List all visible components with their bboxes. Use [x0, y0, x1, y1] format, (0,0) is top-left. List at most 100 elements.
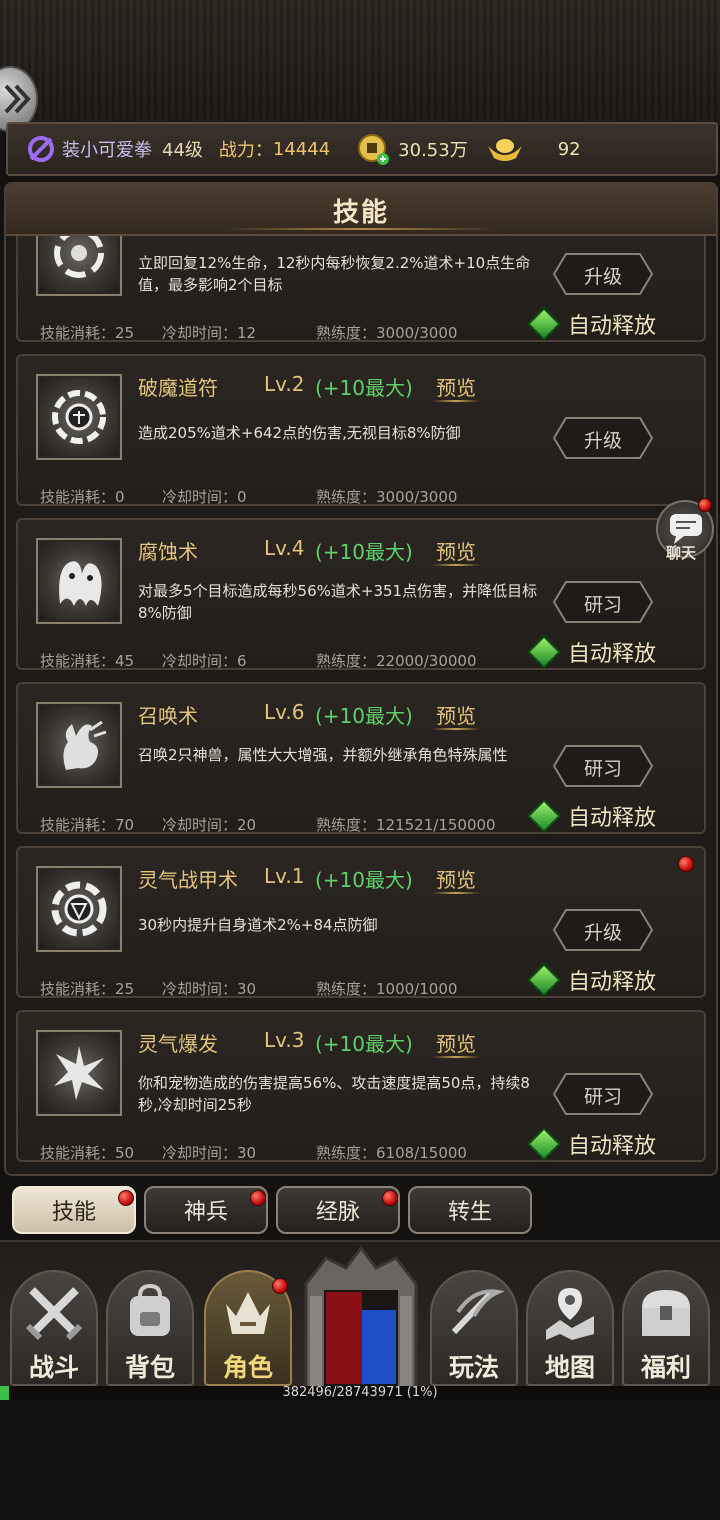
preview-link[interactable]: 预览 [436, 700, 476, 729]
chat-label: 聊天 [666, 544, 697, 562]
vip-badge-icon [28, 136, 54, 162]
skill-proficiency: 熟练度：6108/15000 [316, 1144, 467, 1162]
study-button[interactable]: 研习 [552, 1072, 654, 1116]
experience-text: 382496/28743971 (1%) [282, 1385, 438, 1400]
preview-link[interactable]: 预览 [436, 864, 476, 893]
healing-skill-icon [36, 236, 122, 296]
skill-cost: 技能消耗：50 [40, 1144, 135, 1162]
auto-release-toggle[interactable]: 自动释放 [527, 799, 656, 833]
power-label: 战力： [218, 140, 273, 161]
nav-map[interactable]: 地图 [526, 1264, 614, 1388]
skill-description: 对最多5个目标造成每秒56%道术+351点伤害，并降低目标8%防御 [138, 582, 538, 622]
crown-helmet-icon [226, 1292, 270, 1334]
auto-release-toggle[interactable]: 自动释放 [527, 635, 656, 669]
skill-max-bonus: (+10最大) [315, 1032, 413, 1056]
hp-mp-gate-icon [304, 1245, 418, 1390]
notification-dot [250, 1190, 266, 1206]
skill-cooldown: 冷却时间：0 [162, 488, 247, 506]
nav-battle[interactable]: 战斗 [10, 1264, 98, 1388]
skill-proficiency: 熟练度：3000/3000 [316, 324, 458, 342]
skill-list[interactable]: 立即回复12%生命，12秒内每秒恢复2.2%道术+10点生命值，最多影响2个目标… [6, 236, 716, 1174]
gem-checkbox-icon [527, 635, 561, 669]
ingot-value: 92 [557, 138, 581, 160]
skill-cooldown: 冷却时间：30 [162, 980, 257, 998]
skill-max-bonus: (+10最大) [315, 704, 413, 728]
notification-dot [118, 1190, 134, 1206]
skill-proficiency: 熟练度：22000/30000 [316, 652, 477, 670]
upgrade-button[interactable]: 升级 [552, 416, 654, 460]
gem-checkbox-icon [527, 963, 561, 997]
skill-proficiency: 熟练度：121521/150000 [316, 816, 496, 834]
skill-name: 灵气爆发 [138, 1032, 218, 1056]
skill-name: 腐蚀术 [138, 540, 198, 564]
player-name: 装小可爱拳 [62, 140, 152, 161]
chat-notification-dot [698, 498, 712, 512]
skill-level: Lv.4 [264, 536, 305, 560]
nav-gameplay[interactable]: 玩法 [430, 1264, 518, 1388]
skill-description: 立即回复12%生命，12秒内每秒恢复2.2%道术+10点生命值，最多影响2个目标 [138, 254, 531, 294]
skill-cooldown: 冷却时间：6 [162, 652, 247, 670]
skill-cooldown: 冷却时间：20 [162, 816, 257, 834]
skill-cooldown: 冷却时间：12 [162, 324, 257, 342]
bottom-navigation: 战斗 背包 角色 玩法 地图 福利 [0, 1240, 720, 1390]
skill-card: 腐蚀术 Lv.4 (+10最大) 预览 对最多5个目标造成每秒56%道术+351… [16, 518, 706, 670]
skill-level: Lv.1 [264, 864, 305, 888]
gem-checkbox-icon [527, 799, 561, 833]
study-button[interactable]: 研习 [552, 580, 654, 624]
preview-link[interactable]: 预览 [436, 536, 476, 565]
sword-slash-icon [451, 1289, 504, 1335]
preview-underline [432, 1056, 480, 1058]
title-ornament [226, 228, 496, 230]
nav-bag[interactable]: 背包 [106, 1264, 194, 1388]
bottom-blank-area [0, 1400, 720, 1520]
preview-underline [432, 400, 480, 402]
skill-max-bonus: (+10最大) [315, 868, 413, 892]
skill-proficiency: 熟练度：1000/1000 [316, 980, 458, 998]
preview-underline [432, 564, 480, 566]
skill-name: 召唤术 [138, 704, 198, 728]
skill-level: Lv.6 [264, 700, 305, 724]
burst-skill-icon [36, 1030, 122, 1116]
skill-cost: 技能消耗：70 [40, 816, 135, 834]
player-status-bar: 装小可爱拳 44级 战力： 14444 30.53万 92 [6, 122, 718, 176]
auto-release-toggle[interactable]: 自动释放 [527, 307, 656, 341]
summon-skill-icon [36, 702, 122, 788]
auto-release-toggle[interactable]: 自动释放 [527, 1127, 656, 1161]
preview-link[interactable]: 预览 [436, 372, 476, 401]
preview-link[interactable]: 预览 [436, 1028, 476, 1057]
tab-skills[interactable]: 技能 [12, 1186, 136, 1234]
gold-ingot-icon [487, 139, 522, 161]
skill-level: Lv.2 [264, 372, 305, 396]
player-level: 44级 [162, 140, 203, 161]
notification-dot [382, 1190, 398, 1206]
tab-divine-weapon[interactable]: 神兵 [144, 1186, 268, 1234]
backpack-icon [130, 1283, 170, 1336]
auto-release-toggle[interactable]: 自动释放 [527, 963, 656, 997]
panel-title: 技能 [332, 198, 389, 228]
tab-rebirth[interactable]: 转生 [408, 1186, 532, 1234]
skill-panel: 技能 立即回复12%生命，12秒内每秒恢复2.2%道术+10点生命值，最多影响2… [4, 182, 718, 1176]
notification-dot [678, 856, 694, 872]
skill-card: 破魔道符 Lv.2 (+10最大) 预览 造成205%道术+642点的伤害,无视… [16, 354, 706, 506]
map-pin-icon [546, 1288, 594, 1340]
skill-cost: 技能消耗：0 [40, 488, 125, 506]
skill-description: 造成205%道术+642点的伤害,无视目标8%防御 [138, 424, 461, 442]
tab-meridians[interactable]: 经脉 [276, 1186, 400, 1234]
nav-welfare[interactable]: 福利 [622, 1264, 710, 1388]
power-value: 14444 [272, 138, 331, 160]
skill-cost: 技能消耗：45 [40, 652, 135, 670]
coin-icon[interactable] [356, 132, 390, 166]
skill-max-bonus: (+10最大) [315, 376, 413, 400]
skill-name: 破魔道符 [138, 376, 218, 400]
upgrade-button[interactable]: 升级 [552, 252, 654, 296]
skill-proficiency: 熟练度：3000/3000 [316, 488, 458, 506]
ghost-skill-icon [36, 538, 122, 624]
study-button[interactable]: 研习 [552, 744, 654, 788]
skill-name: 灵气战甲术 [138, 868, 238, 892]
treasure-chest-icon [642, 1290, 690, 1336]
upgrade-button[interactable]: 升级 [552, 908, 654, 952]
skill-description: 你和宠物造成的伤害提高56%、攻击速度提高50点，持续8秒,冷却时间25秒 [138, 1074, 530, 1114]
skill-cost: 技能消耗：25 [40, 980, 135, 998]
skill-cooldown: 冷却时间：30 [162, 1144, 257, 1162]
notification-dot [272, 1278, 288, 1294]
